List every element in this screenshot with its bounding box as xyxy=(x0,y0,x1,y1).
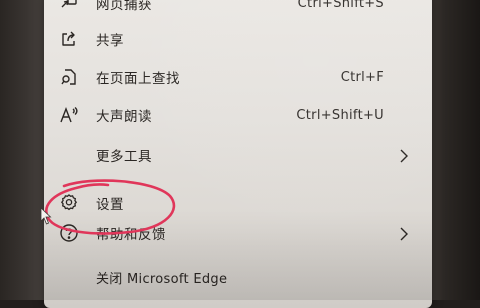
menu-item-label: 共享 xyxy=(96,33,124,49)
browser-settings-menu: 网页捕获 Ctrl+Shift+S 共享 在页面上查找 Ctrl+F 大声朗读 … xyxy=(44,0,432,308)
web-capture-icon xyxy=(58,0,80,14)
menu-item-label: 在页面上查找 xyxy=(96,71,180,87)
menu-item-shortcut: Ctrl+Shift+U xyxy=(296,107,384,123)
share-icon xyxy=(58,28,80,50)
menu-item-label: 关闭 Microsoft Edge xyxy=(96,271,228,287)
gear-icon xyxy=(58,192,80,214)
menu-item-help-feedback[interactable]: 帮助和反馈 xyxy=(44,216,432,250)
menu-item-label: 帮助和反馈 xyxy=(96,227,166,243)
menu-item-more-tools[interactable]: 更多工具 xyxy=(44,138,432,172)
menu-item-label: 大声朗读 xyxy=(96,109,152,125)
screen-bezel-left xyxy=(0,0,46,300)
menu-item-settings[interactable]: 设置 xyxy=(44,186,432,220)
menu-item-label: 网页捕获 xyxy=(96,0,152,13)
menu-item-find-on-page[interactable]: 在页面上查找 Ctrl+F xyxy=(44,60,432,94)
screen-bezel-right xyxy=(430,0,480,300)
read-aloud-icon xyxy=(58,104,80,126)
menu-item-read-aloud[interactable]: 大声朗读 Ctrl+Shift+U xyxy=(44,98,432,132)
menu-item-share[interactable]: 共享 xyxy=(44,22,432,56)
help-icon xyxy=(58,222,80,244)
menu-item-close-edge[interactable]: 关闭 Microsoft Edge xyxy=(44,260,432,294)
find-on-page-icon xyxy=(58,66,80,88)
menu-item-shortcut: Ctrl+F xyxy=(340,69,384,85)
chevron-right-icon xyxy=(398,148,410,163)
chevron-right-icon xyxy=(398,226,410,241)
menu-item-shortcut: Ctrl+Shift+S xyxy=(297,0,384,11)
menu-item-web-capture[interactable]: 网页捕获 Ctrl+Shift+S xyxy=(44,0,432,20)
menu-item-label: 更多工具 xyxy=(96,149,152,165)
menu-item-label: 设置 xyxy=(96,197,124,213)
